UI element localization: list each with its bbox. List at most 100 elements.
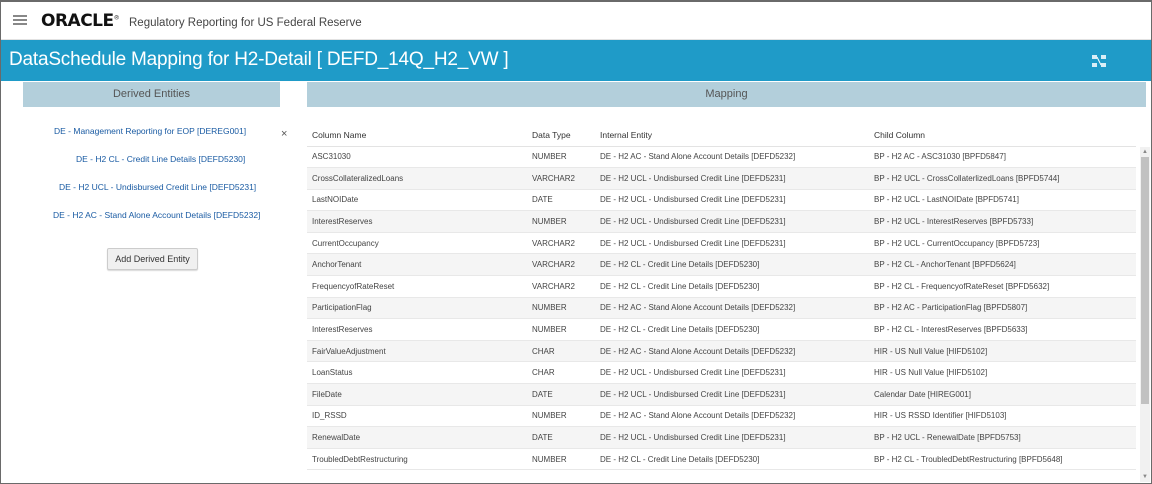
title-band: DataSchedule Mapping for H2-Detail [ DEF… [1, 40, 1151, 81]
column-name-cell: ID_RSSD [307, 405, 527, 428]
data-type-cell: DATE [527, 189, 595, 212]
close-icon[interactable]: × [281, 125, 287, 143]
page-title: DataSchedule Mapping for H2-Detail [ DEF… [9, 49, 509, 70]
internal-entity-cell: DE - H2 UCL - Undisbursed Credit Line [D… [595, 210, 869, 233]
table-row[interactable]: ParticipationFlag NUMBER DE - H2 AC - Stan… [307, 297, 1136, 320]
derived-entity-list: DE - Management Reporting for EOP [DEREG… [23, 122, 298, 234]
scroll-down-icon[interactable]: ▼ [1142, 474, 1148, 480]
internal-entity-cell: DE - H2 UCL - Undisbursed Credit Line [D… [595, 189, 869, 212]
column-header[interactable]: Child Column [869, 124, 1136, 147]
child-column-cell: BP - H2 CL - FrequencyofRateReset [BPFD5… [869, 275, 1136, 298]
column-name-cell: FrequencyofRateReset [307, 275, 527, 298]
derived-entity-label[interactable]: DE - H2 AC - Stand Alone Account Details… [23, 206, 298, 224]
grid-scrollbar[interactable]: ▲ ▼ [1140, 147, 1150, 482]
derived-entity-item[interactable]: DE - Management Reporting for EOP [DEREG… [23, 122, 298, 150]
data-type-cell: VARCHAR2 [527, 275, 595, 298]
child-column-cell: BP - H2 UCL - CrossCollaterlizedLoans [B… [869, 167, 1136, 190]
derived-entity-item[interactable]: DE - H2 CL - Credit Line Details [DEFD52… [23, 150, 298, 178]
child-column-cell: BP - H2 UCL - InterestReserves [BPFD5733… [869, 210, 1136, 233]
child-column-cell: HIR - US Null Value [HIFD5102] [869, 340, 1136, 363]
column-name-cell: ParticipationFlag [307, 297, 527, 320]
column-name-cell: InterestReserves [307, 318, 527, 341]
data-type-cell: NUMBER [527, 146, 595, 169]
app-frame: ORACLE® Regulatory Reporting for US Fede… [0, 0, 1152, 484]
column-name-cell: ASC31030 [307, 146, 527, 169]
column-name-cell: FileDate [307, 383, 527, 406]
internal-entity-cell: DE - H2 UCL - Undisbursed Credit Line [D… [595, 167, 869, 190]
derived-entities-header: Derived Entities [23, 82, 280, 107]
column-header[interactable]: Internal Entity [595, 124, 869, 147]
internal-entity-cell: DE - H2 UCL - Undisbursed Credit Line [D… [595, 361, 869, 385]
child-column-cell: BP - H2 CL - InterestReserves [BPFD5633] [869, 318, 1136, 341]
derived-entity-item[interactable]: DE - H2 UCL - Undisbursed Credit Line [D… [23, 178, 298, 206]
column-name-cell: LoanStatus [307, 361, 527, 385]
child-column-cell: BP - H2 UCL - RenewalDate [BPFD5753] [869, 426, 1136, 449]
child-column-cell: BP - H2 CL - AnchorTenant [BPFD5624] [869, 253, 1136, 277]
column-name-cell: FairValueAdjustment [307, 340, 527, 363]
column-header[interactable]: Data Type [527, 124, 595, 147]
table-row[interactable]: CrossCollateralizedLoans VARCHAR2 DE - H2 … [307, 167, 1136, 190]
table-row[interactable]: FairValueAdjustment CHAR DE - H2 AC - Stan… [307, 340, 1136, 363]
table-row[interactable]: InterestReserves NUMBER DE - H2 UCL - Undi… [307, 210, 1136, 233]
hamburger-icon[interactable] [13, 15, 27, 25]
column-name-cell: CrossCollateralizedLoans [307, 167, 527, 190]
data-type-cell: VARCHAR2 [527, 253, 595, 277]
table-row[interactable]: AnchorTenant VARCHAR2 DE - H2 CL - Credit … [307, 253, 1136, 277]
column-name-cell: TroubledDebtRestructuring [307, 448, 527, 471]
data-type-cell: NUMBER [527, 210, 595, 233]
internal-entity-cell: DE - H2 AC - Stand Alone Account Details… [595, 340, 869, 363]
mapping-grid: Column Name Data Type Internal Entity Ch… [307, 124, 1147, 483]
data-type-cell: NUMBER [527, 448, 595, 471]
data-type-cell: CHAR [527, 340, 595, 363]
table-row[interactable]: FileDate DATE DE - H2 UCL - Undisbursed Cr… [307, 383, 1136, 406]
scroll-up-icon[interactable]: ▲ [1142, 149, 1148, 155]
child-column-cell: BP - H2 AC - ParticipationFlag [BPFD5807… [869, 297, 1136, 320]
table-row[interactable]: InterestReserves NUMBER DE - H2 CL - Credi… [307, 318, 1136, 341]
table-row[interactable]: RenewalDate DATE DE - H2 UCL - Undisbursed… [307, 426, 1136, 449]
column-header[interactable]: Column Name [307, 124, 527, 147]
table-row[interactable]: ID_RSSD NUMBER DE - H2 AC - Stand Alone Ac… [307, 405, 1136, 428]
table-row[interactable]: ASC31030 NUMBER DE - H2 AC - Stand Alone A… [307, 146, 1136, 169]
child-column-cell: BP - H2 AC - ASC31030 [BPFD5847] [869, 146, 1136, 169]
expand-icon[interactable] [1091, 53, 1107, 69]
table-header-row: Column Name Data Type Internal Entity Ch… [307, 124, 1136, 147]
top-bar: ORACLE® Regulatory Reporting for US Fede… [1, 2, 1151, 40]
data-type-cell: NUMBER [527, 318, 595, 341]
table-row[interactable]: TroubledDebtRestructuring NUMBER DE - H2 C… [307, 448, 1136, 471]
derived-entity-label[interactable]: DE - H2 UCL - Undisbursed Credit Line [D… [23, 178, 298, 196]
data-type-cell: DATE [527, 426, 595, 449]
derived-entity-label[interactable]: DE - H2 CL - Credit Line Details [DEFD52… [23, 150, 298, 168]
data-type-cell: VARCHAR2 [527, 167, 595, 190]
column-name-cell: RenewalDate [307, 426, 527, 449]
data-type-cell: NUMBER [527, 405, 595, 428]
mapping-table: Column Name Data Type Internal Entity Ch… [307, 124, 1136, 471]
internal-entity-cell: DE - H2 UCL - Undisbursed Credit Line [D… [595, 232, 869, 255]
table-row[interactable]: CurrentOccupancy VARCHAR2 DE - H2 UCL - Un… [307, 232, 1136, 255]
column-name-cell: LastNOIDate [307, 189, 527, 212]
table-row[interactable]: LastNOIDate DATE DE - H2 UCL - Undisbursed… [307, 189, 1136, 212]
internal-entity-cell: DE - H2 CL - Credit Line Details [DEFD52… [595, 275, 869, 298]
table-row[interactable]: LoanStatus CHAR DE - H2 UCL - Undisbursed … [307, 361, 1136, 385]
mapping-header: Mapping [307, 82, 1146, 107]
internal-entity-cell: DE - H2 UCL - Undisbursed Credit Line [D… [595, 383, 869, 406]
child-column-cell: Calendar Date [HIREG001] [869, 383, 1136, 406]
internal-entity-cell: DE - H2 CL - Credit Line Details [DEFD52… [595, 318, 869, 341]
column-name-cell: AnchorTenant [307, 253, 527, 277]
data-type-cell: DATE [527, 383, 595, 406]
internal-entity-cell: DE - H2 CL - Credit Line Details [DEFD52… [595, 448, 869, 471]
app-name: Regulatory Reporting for US Federal Rese… [129, 17, 362, 29]
child-column-cell: BP - H2 UCL - CurrentOccupancy [BPFD5723… [869, 232, 1136, 255]
column-name-cell: CurrentOccupancy [307, 232, 527, 255]
data-type-cell: NUMBER [527, 297, 595, 320]
internal-entity-cell: DE - H2 AC - Stand Alone Account Details… [595, 297, 869, 320]
internal-entity-cell: DE - H2 UCL - Undisbursed Credit Line [D… [595, 426, 869, 449]
derived-entity-label[interactable]: DE - Management Reporting for EOP [DEREG… [23, 122, 298, 140]
internal-entity-cell: DE - H2 CL - Credit Line Details [DEFD52… [595, 253, 869, 277]
scroll-thumb[interactable] [1141, 157, 1149, 404]
derived-entity-item[interactable]: DE - H2 AC - Stand Alone Account Details… [23, 206, 298, 234]
add-derived-entity-button[interactable]: Add Derived Entity [107, 248, 198, 270]
oracle-logo: ORACLE® [41, 11, 120, 31]
table-row[interactable]: FrequencyofRateReset VARCHAR2 DE - H2 CL -… [307, 275, 1136, 298]
data-type-cell: VARCHAR2 [527, 232, 595, 255]
child-column-cell: HIR - US RSSD Identifier [HIFD5103] [869, 405, 1136, 428]
